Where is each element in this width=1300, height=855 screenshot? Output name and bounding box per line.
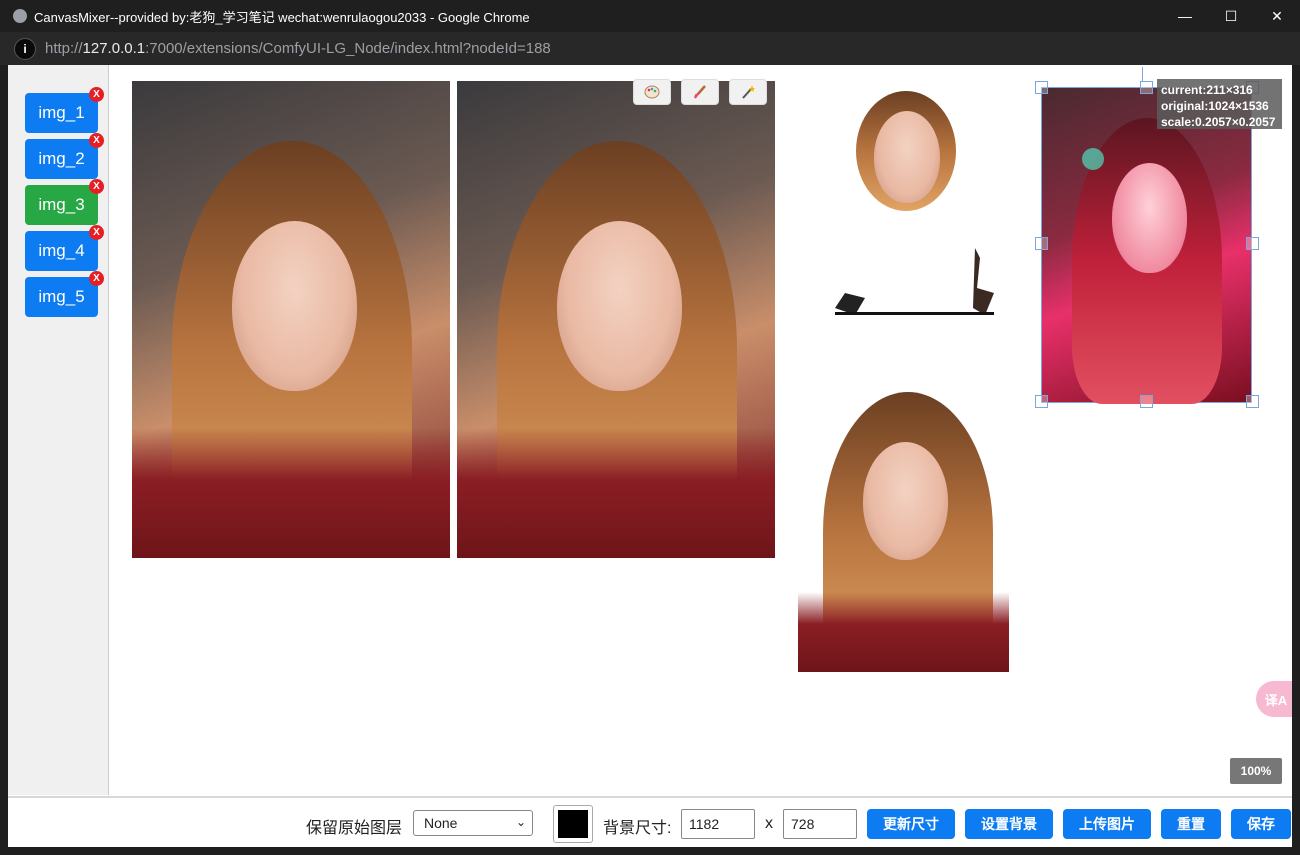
bg-size-label: 背景尺寸: bbox=[603, 820, 672, 837]
url-path: :7000/extensions/ComfyUI-LG_Node/index.h… bbox=[145, 40, 551, 57]
close-window-button[interactable]: ✕ bbox=[1254, 0, 1300, 32]
image-layer-4[interactable] bbox=[798, 392, 1009, 672]
magic-wand-icon[interactable] bbox=[729, 79, 767, 105]
address-bar[interactable]: i http://127.0.0.1:7000/extensions/Comfy… bbox=[0, 32, 1300, 65]
update-size-button[interactable]: 更新尺寸 bbox=[867, 809, 955, 839]
keep-layer-value: None bbox=[424, 815, 458, 831]
mixer-canvas[interactable]: current:211×316 original:1024×1536 scale… bbox=[110, 65, 1292, 795]
delete-layer-icon[interactable]: X bbox=[89, 133, 104, 148]
sidebar-item-img-4[interactable]: img_4 X bbox=[25, 225, 104, 271]
portrait-face bbox=[874, 111, 940, 203]
portrait-dress bbox=[798, 592, 1009, 672]
palette-icon[interactable] bbox=[633, 79, 671, 105]
scale-text: scale:0.2057×0.2057 bbox=[1161, 115, 1276, 129]
app-frame: img_1 X img_2 X img_3 X img_4 X img_5 X bbox=[8, 65, 1292, 847]
delete-layer-icon[interactable]: X bbox=[89, 225, 104, 240]
sidebar-item-img-1[interactable]: img_1 X bbox=[25, 87, 104, 133]
delete-layer-icon[interactable]: X bbox=[89, 179, 104, 194]
sidebar-item-img-5[interactable]: img_5 X bbox=[25, 271, 104, 317]
cutout-fragments bbox=[835, 248, 994, 315]
portrait-face bbox=[232, 221, 357, 391]
sidebar-item-label: img_3 bbox=[38, 195, 85, 214]
original-size-text: original:1024×1536 bbox=[1161, 99, 1269, 113]
bottom-toolbar: 保留原始图层 None ⌄ 背景尺寸: 1182 x 728 更新尺寸 设置背景… bbox=[8, 796, 1292, 847]
width-input[interactable]: 1182 bbox=[681, 809, 755, 839]
sidebar-item-label: img_1 bbox=[38, 103, 85, 122]
background-color-picker[interactable] bbox=[553, 805, 593, 843]
layer-info-overlay: current:211×316 original:1024×1536 scale… bbox=[1157, 79, 1282, 129]
sidebar-item-img-2[interactable]: img_2 X bbox=[25, 133, 104, 179]
zoom-level-badge: 100% bbox=[1230, 758, 1282, 784]
site-info-icon[interactable]: i bbox=[14, 37, 36, 60]
delete-layer-icon[interactable]: X bbox=[89, 271, 104, 286]
image-layer-3[interactable] bbox=[848, 91, 958, 221]
url-host: 127.0.0.1 bbox=[82, 40, 146, 57]
resize-handle-w[interactable] bbox=[1035, 237, 1048, 250]
keep-layer-select[interactable]: None ⌄ bbox=[413, 810, 533, 836]
portrait-face bbox=[863, 442, 948, 560]
resize-handle-sw[interactable] bbox=[1035, 395, 1048, 408]
sidebar-item-label: img_4 bbox=[38, 241, 85, 260]
bokeh-light bbox=[1082, 148, 1104, 170]
save-button[interactable]: 保存 bbox=[1231, 809, 1291, 839]
current-size-text: current:211×316 bbox=[1161, 83, 1253, 97]
reset-button[interactable]: 重置 bbox=[1161, 809, 1221, 839]
chrome-globe-icon bbox=[13, 9, 27, 23]
url-text[interactable]: http://127.0.0.1:7000/extensions/ComfyUI… bbox=[45, 40, 551, 57]
sidebar-item-label: img_5 bbox=[38, 287, 85, 306]
url-prefix: http:// bbox=[45, 40, 83, 57]
portrait-face bbox=[1112, 163, 1187, 273]
sidebar-item-label: img_2 bbox=[38, 149, 85, 168]
resize-handle-s[interactable] bbox=[1140, 395, 1153, 408]
portrait-dress bbox=[132, 428, 450, 558]
size-separator: x bbox=[765, 815, 773, 832]
layer-sidebar: img_1 X img_2 X img_3 X img_4 X img_5 X bbox=[8, 65, 109, 795]
set-background-button[interactable]: 设置背景 bbox=[965, 809, 1053, 839]
brush-icon[interactable] bbox=[681, 79, 719, 105]
image-layer-1[interactable] bbox=[132, 81, 450, 558]
window-titlebar: CanvasMixer--provided by:老狗_学习笔记 wechat:… bbox=[0, 0, 1300, 32]
height-input[interactable]: 728 bbox=[783, 809, 857, 839]
color-swatch bbox=[558, 810, 588, 838]
image-toolbar bbox=[633, 79, 767, 105]
portrait-face bbox=[557, 221, 682, 391]
rotate-handle-line bbox=[1142, 67, 1152, 81]
maximize-button[interactable]: ☐ bbox=[1208, 0, 1254, 32]
portrait-dress bbox=[457, 428, 775, 558]
sidebar-item-img-3[interactable]: img_3 X bbox=[25, 179, 104, 225]
resize-handle-n[interactable] bbox=[1140, 81, 1153, 94]
resize-handle-nw[interactable] bbox=[1035, 81, 1048, 94]
translate-icon[interactable]: 译A bbox=[1256, 681, 1292, 717]
window-title: CanvasMixer--provided by:老狗_学习笔记 wechat:… bbox=[34, 9, 530, 25]
delete-layer-icon[interactable]: X bbox=[89, 87, 104, 102]
resize-handle-e[interactable] bbox=[1246, 237, 1259, 250]
image-layer-2[interactable] bbox=[457, 81, 775, 558]
image-layer-5-selected[interactable] bbox=[1041, 87, 1252, 404]
upload-image-button[interactable]: 上传图片 bbox=[1063, 809, 1151, 839]
resize-handle-se[interactable] bbox=[1246, 395, 1259, 408]
keep-layer-label: 保留原始图层 bbox=[306, 820, 403, 837]
chevron-down-icon: ⌄ bbox=[515, 815, 526, 829]
minimize-button[interactable]: — bbox=[1162, 0, 1208, 32]
